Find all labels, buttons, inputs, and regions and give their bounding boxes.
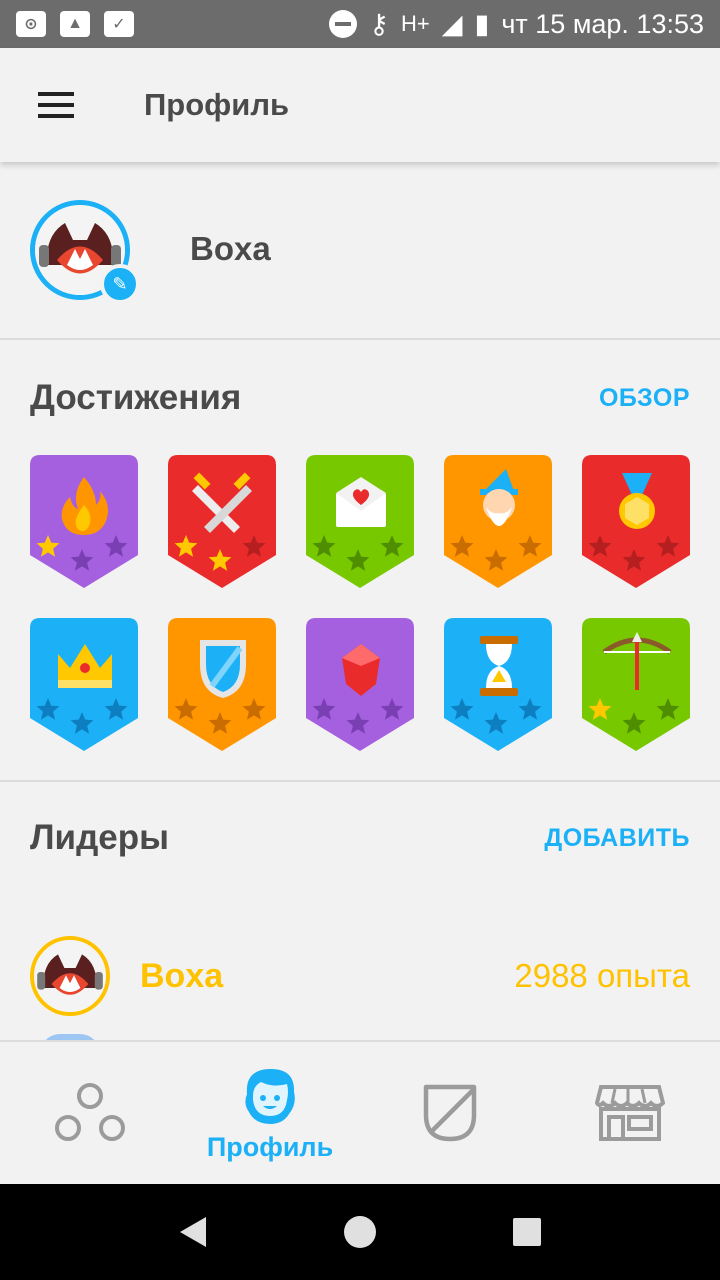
achievement-badge-bow[interactable]: [582, 618, 690, 751]
learn-circles-icon: [55, 1083, 125, 1141]
hamburger-menu-icon[interactable]: [27, 75, 87, 135]
profile-name: Boxa: [190, 230, 271, 267]
nav-learn[interactable]: [0, 1042, 180, 1184]
achievements-grid: [30, 455, 690, 751]
achievements-title: Достижения: [30, 378, 242, 417]
leaders-header: Лидеры ДОБАВИТЬ: [30, 818, 690, 858]
nav-leagues[interactable]: [360, 1042, 540, 1184]
achievement-badge-fire[interactable]: [30, 455, 138, 588]
achievement-badge-gem[interactable]: [306, 618, 414, 751]
status-time: чт 15 мар. 13:53: [501, 8, 704, 39]
status-bar: ⊙ ▲ ✓ ⚷ H+ ◢ ▮ чт 15 мар. 13:53: [0, 0, 720, 48]
leader-name: Boxa: [140, 956, 224, 995]
network-type: H+: [400, 11, 430, 36]
battery-icon: ▮: [474, 8, 490, 39]
achievement-badge-shield[interactable]: [168, 618, 276, 751]
nav-shop[interactable]: [540, 1042, 720, 1184]
system-navigation-bar: [0, 1184, 720, 1280]
vpn-icon: ⊙: [16, 11, 46, 37]
shield-icon: [168, 618, 276, 751]
leaderboard-row[interactable]: Boxa 2988 опыта: [30, 935, 690, 1017]
gem-icon: [306, 618, 414, 751]
image-icon: ▲: [60, 11, 90, 37]
achievement-badge-hourglass[interactable]: [444, 618, 552, 751]
leader-xp: 2988 опыта: [514, 957, 690, 994]
back-icon[interactable]: [163, 1202, 223, 1262]
achievement-badge-crown[interactable]: [30, 618, 138, 751]
leaders-title: Лидеры: [30, 818, 170, 857]
app-bar: Профиль: [0, 48, 720, 162]
overview-button[interactable]: ОБЗОР: [599, 384, 690, 413]
profile-face-icon: [245, 1068, 295, 1124]
avatar: [30, 936, 110, 1016]
shop-icon: [595, 1085, 665, 1141]
achievement-badge-letter[interactable]: [306, 455, 414, 588]
key-icon: ⚷: [369, 8, 389, 39]
profile-header: ✎ Boxa: [0, 162, 720, 340]
bow-arrow-icon: [582, 618, 690, 751]
crossed-swords-icon: [168, 455, 276, 588]
medal-icon: [582, 455, 690, 588]
nav-profile[interactable]: Профиль: [180, 1042, 360, 1184]
do-not-disturb-icon: [329, 10, 358, 38]
add-friend-button[interactable]: ДОБАВИТЬ: [544, 824, 690, 853]
crown-icon: [30, 618, 138, 751]
achievements-header: Достижения ОБЗОР: [30, 378, 690, 418]
flame-icon: [30, 455, 138, 588]
signal-icon: ◢: [441, 8, 463, 39]
bottom-navigation: Профиль: [0, 1040, 720, 1184]
shield-league-icon: [423, 1084, 477, 1142]
page-title: Профиль: [144, 87, 290, 122]
hourglass-icon: [444, 618, 552, 751]
achievement-badge-swords[interactable]: [168, 455, 276, 588]
achievement-badge-wizard[interactable]: [444, 455, 552, 588]
achievement-badge-medal[interactable]: [582, 455, 690, 588]
check-icon: ✓: [104, 11, 134, 37]
wizard-icon: [444, 455, 552, 588]
nav-profile-label: Профиль: [206, 1131, 334, 1162]
pencil-icon[interactable]: ✎: [100, 264, 140, 304]
home-icon[interactable]: [330, 1202, 390, 1262]
divider: [0, 780, 720, 782]
heart-envelope-icon: [306, 455, 414, 588]
recents-icon[interactable]: [497, 1202, 557, 1262]
